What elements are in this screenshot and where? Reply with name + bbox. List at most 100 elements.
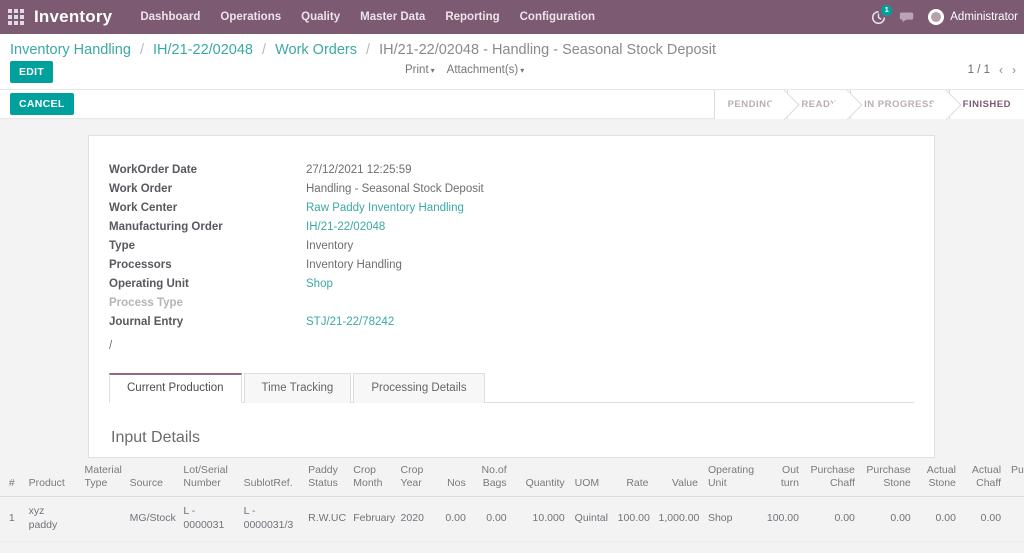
field-label-work-order: Work Order	[109, 182, 173, 195]
chevron-left-icon[interactable]: ‹	[999, 63, 1003, 77]
menu-item-configuration[interactable]: Configuration	[520, 11, 595, 23]
column-header: Actual Stone	[915, 458, 961, 498]
column-header: Product	[23, 458, 80, 498]
top-navbar: Inventory Dashboard Operations Quality M…	[0, 0, 1024, 34]
status-stage-pending[interactable]: PENDING	[713, 90, 788, 119]
field-label-processors: Processors	[109, 258, 172, 271]
column-header: SublotRef.	[238, 458, 304, 498]
work-center-link[interactable]: Raw Paddy Inventory Handling	[306, 202, 464, 214]
column-header: Purchase Chaff	[803, 458, 860, 498]
field-label-work-center: Work Center	[109, 201, 178, 214]
field-row-journal-entry: Journal Entry STJ/21-22/78242	[109, 312, 484, 331]
table-cell: February	[348, 496, 396, 542]
table-cell	[79, 496, 125, 542]
field-value-work-order: Handling - Seasonal Stock Deposit	[306, 182, 484, 195]
breadcrumb-item-inventory-handling[interactable]: Inventory Handling	[10, 42, 131, 58]
cancel-button[interactable]: CANCEL	[10, 93, 74, 115]
menu-item-master-data[interactable]: Master Data	[360, 11, 425, 23]
column-header: Purchase M	[1006, 458, 1024, 498]
field-row-process-type: Process Type	[109, 293, 484, 312]
menu-item-dashboard[interactable]: Dashboard	[140, 11, 200, 23]
menu-item-reporting[interactable]: Reporting	[445, 11, 499, 23]
messages-icon[interactable]	[899, 10, 915, 24]
table-cell: 0.00	[470, 496, 512, 542]
navbar-right-tools: 1 Administrator	[871, 0, 1018, 34]
column-header: Quantity	[511, 458, 570, 498]
work-order-field-table: WorkOrder Date 27/12/2021 12:25:59 Work …	[109, 160, 484, 331]
edit-button[interactable]: EDIT	[10, 61, 54, 83]
chevron-right-icon[interactable]: ›	[1012, 63, 1016, 77]
field-value-work-center: Raw Paddy Inventory Handling	[306, 198, 484, 217]
column-header: Actual Chaff	[960, 458, 1007, 498]
action-button-row: EDIT Print ▾ Attachment(s) ▾ 1 / 1 ‹ ›	[0, 58, 1024, 89]
user-avatar-icon	[928, 9, 945, 25]
record-tools: Print ▾ Attachment(s) ▾	[405, 64, 524, 76]
breadcrumb-row: Inventory Handling / IH/21-22/02048 / Wo…	[0, 34, 1024, 58]
table-cell	[1006, 496, 1024, 542]
table-cell: 2020	[395, 496, 435, 542]
field-row-workorder-date: WorkOrder Date 27/12/2021 12:25:59	[109, 160, 484, 179]
menu-item-operations[interactable]: Operations	[220, 11, 281, 23]
tab-processing-details[interactable]: Processing Details	[353, 373, 485, 403]
breadcrumb-separator: /	[366, 42, 371, 58]
apps-grid-icon[interactable]	[6, 7, 26, 27]
attachments-label: Attachment(s)	[446, 64, 519, 76]
clock-activity-icon[interactable]: 1	[871, 4, 893, 25]
column-header: No.of Bags	[470, 458, 512, 498]
operating-unit-link[interactable]: Shop	[306, 278, 333, 290]
field-label-journal-entry: Journal Entry	[109, 315, 184, 328]
table-cell: L - 0000031	[178, 496, 239, 542]
field-value-manufacturing-order: IH/21-22/02048	[306, 217, 484, 236]
trailing-slash-text: /	[109, 340, 113, 352]
page-body: WorkOrder Date 27/12/2021 12:25:59 Work …	[0, 119, 1024, 553]
print-dropdown[interactable]: Print ▾	[405, 64, 435, 76]
journal-entry-link[interactable]: STJ/21-22/78242	[306, 316, 394, 328]
form-sheet: WorkOrder Date 27/12/2021 12:25:59 Work …	[88, 135, 935, 458]
attachments-dropdown[interactable]: Attachment(s) ▾	[447, 64, 525, 76]
column-header: Operating Unit	[702, 458, 759, 498]
table-cell: 100.00	[612, 496, 654, 542]
column-header: #	[0, 458, 24, 498]
field-row-processors: Processors Inventory Handling	[109, 255, 484, 274]
app-brand-title[interactable]: Inventory	[34, 7, 112, 27]
table-cell: 1	[0, 496, 24, 542]
status-stage-in-progress[interactable]: IN PROGRESS	[850, 90, 949, 119]
record-pager: 1 / 1 ‹ ›	[968, 63, 1016, 77]
field-value-journal-entry: STJ/21-22/78242	[306, 312, 484, 331]
breadcrumb-item-order-ref[interactable]: IH/21-22/02048	[153, 42, 253, 58]
table-cell: Quintal	[569, 496, 613, 542]
status-bar: PENDING READY IN PROGRESS FINISHED	[713, 90, 1024, 119]
table-row[interactable]: 1 xyz paddy MG/Stock L - 0000031 L - 0000031…	[0, 496, 1024, 542]
input-details-table-body: 1 xyz paddy MG/Stock L - 0000031 L - 0000031…	[0, 496, 1024, 542]
field-row-manufacturing-order: Manufacturing Order IH/21-22/02048	[109, 217, 484, 236]
breadcrumb-separator: /	[139, 42, 144, 58]
breadcrumb-current-record: IH/21-22/02048 - Handling - Seasonal Sto…	[379, 42, 717, 58]
print-label: Print	[405, 64, 429, 76]
column-header: Rate	[612, 458, 654, 498]
field-value-type: Inventory	[306, 239, 354, 252]
menu-item-quality[interactable]: Quality	[301, 11, 340, 23]
field-row-work-center: Work Center Raw Paddy Inventory Handling	[109, 198, 484, 217]
input-details-table-scroll[interactable]: # Product Material Type Source Lot/Serial Nu…	[0, 458, 1024, 542]
column-header: UOM	[569, 458, 613, 498]
notebook-tabs: Current Production Time Tracking Process…	[109, 372, 914, 403]
column-header: Crop Year	[395, 458, 435, 498]
control-panel: Inventory Handling / IH/21-22/02048 / Wo…	[0, 34, 1024, 90]
user-menu[interactable]: Administrator	[928, 9, 1018, 25]
manufacturing-order-link[interactable]: IH/21-22/02048	[306, 221, 385, 233]
table-cell: 0.00	[434, 496, 471, 542]
chevron-down-icon: ▾	[520, 66, 525, 75]
tab-current-production[interactable]: Current Production	[109, 373, 242, 403]
table-cell: 100.00	[758, 496, 804, 542]
input-details-title: Input Details	[111, 429, 200, 446]
column-header: Out turn	[758, 458, 804, 498]
table-cell: 0.00	[915, 496, 961, 542]
table-header-row: # Product Material Type Source Lot/Serial Nu…	[0, 458, 1024, 498]
activity-count-badge: 1	[881, 4, 893, 16]
column-header: Value	[653, 458, 703, 498]
field-label-manufacturing-order: Manufacturing Order	[109, 220, 223, 233]
column-header: Source	[124, 458, 179, 498]
field-value-process-type	[306, 293, 484, 312]
tab-time-tracking[interactable]: Time Tracking	[243, 373, 352, 403]
breadcrumb-item-work-orders[interactable]: Work Orders	[275, 42, 357, 58]
